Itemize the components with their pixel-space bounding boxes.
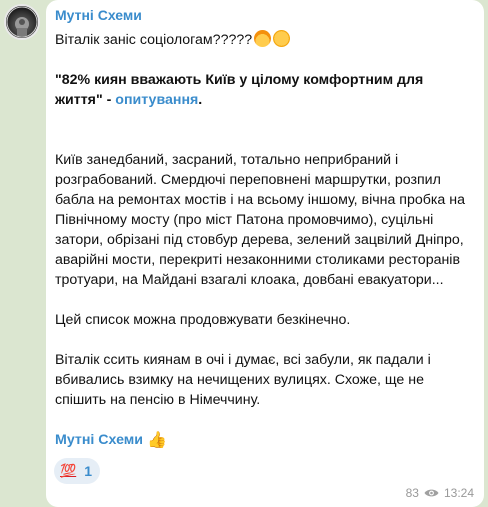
- paragraph-3: Цей список можна продовжувати безкінечно…: [55, 312, 351, 328]
- message-bubble: Мутні Схеми Віталік заніс соціологам????…: [46, 0, 484, 507]
- paragraph-2: Київ занедбаний, засраний, тотально непр…: [55, 152, 465, 288]
- channel-avatar[interactable]: [4, 4, 40, 40]
- line1-text: Віталік заніс соціологам?????: [55, 32, 253, 48]
- message-meta: 83 13:24: [406, 486, 474, 500]
- quote-end: .: [198, 92, 203, 108]
- message-time: 13:24: [443, 486, 474, 500]
- quote-dash: -: [102, 92, 116, 108]
- view-count: 83: [405, 486, 419, 500]
- hundred-points-emoji-icon: 💯: [60, 463, 77, 479]
- grinning-emoji-icon: [273, 30, 291, 47]
- signature-link[interactable]: Мутні Схеми: [55, 432, 143, 448]
- reaction-chip[interactable]: 💯 1: [54, 458, 100, 484]
- eye-icon: [424, 489, 439, 497]
- quote-paragraph: "82% киян вважають Київ у цілому комфорт…: [55, 70, 474, 110]
- reaction-count: 1: [84, 463, 92, 479]
- thumbs-up-emoji-icon: 👍: [147, 432, 167, 449]
- signature: Мутні Схеми 👍: [55, 430, 474, 451]
- paragraph-4: Віталік ссить киянам в очі і думає, всі …: [55, 352, 431, 408]
- poll-link[interactable]: опитування: [115, 92, 198, 108]
- message-text: Віталік заніс соціологам????? "82% киян …: [55, 30, 474, 451]
- message-line1: Віталік заніс соціологам?????: [55, 30, 474, 50]
- channel-name[interactable]: Мутні Схеми: [55, 6, 474, 24]
- avatar-image: [6, 6, 38, 38]
- exploding-head-emoji-icon: [254, 30, 272, 47]
